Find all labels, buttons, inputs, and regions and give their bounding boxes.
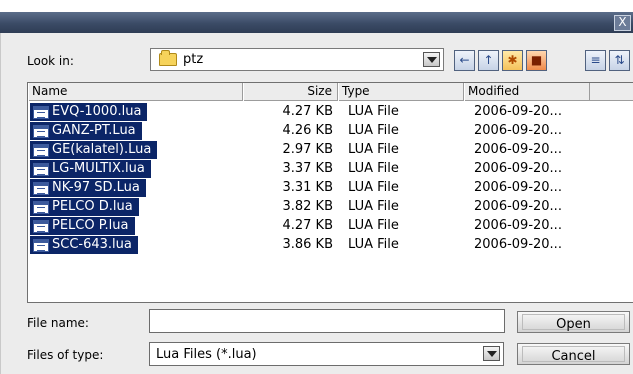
file-size-cell: 4.27 KB bbox=[282, 104, 333, 119]
file-name-label: File name: bbox=[27, 316, 89, 330]
file-modified-cell: 2006-09-20... bbox=[474, 218, 562, 233]
cancel-button-label: Cancel bbox=[522, 346, 625, 364]
top-strip bbox=[0, 0, 633, 12]
delete-icon: ■ bbox=[530, 53, 543, 67]
file-size-cell: 2.97 KB bbox=[282, 142, 333, 157]
file-type-cell: LUA File bbox=[348, 180, 399, 195]
back-button[interactable]: ← bbox=[454, 50, 475, 71]
open-button[interactable]: Open bbox=[517, 311, 630, 333]
file-row[interactable]: NK-97 SD.Lua 3.31 KB LUA File 2006-09-20… bbox=[28, 178, 633, 197]
file-name-cell[interactable]: LG-MULTIX.lua bbox=[30, 160, 151, 178]
file-modified-cell: 2006-09-20... bbox=[474, 161, 562, 176]
files-of-type-value: Lua Files (*.lua) bbox=[156, 347, 257, 362]
file-name-text: GE(kalatel).Lua bbox=[52, 142, 152, 157]
file-size-cell: 4.27 KB bbox=[282, 218, 333, 233]
new-folder-button[interactable]: ✱ bbox=[502, 50, 523, 71]
file-row[interactable]: SCC-643.lua 3.86 KB LUA File 2006-09-20.… bbox=[28, 235, 633, 254]
list-view-icon: ≡ bbox=[590, 53, 601, 67]
lua-file-icon bbox=[33, 201, 49, 214]
lua-file-icon bbox=[33, 220, 49, 233]
file-rows: EVQ-1000.lua 4.27 KB LUA File 2006-09-20… bbox=[28, 102, 633, 254]
lua-file-icon bbox=[33, 125, 49, 138]
lua-file-icon bbox=[33, 239, 49, 252]
file-size-cell: 3.31 KB bbox=[282, 180, 333, 195]
lua-file-icon bbox=[33, 106, 49, 119]
file-row[interactable]: PELCO D.lua 3.82 KB LUA File 2006-09-20.… bbox=[28, 197, 633, 216]
file-size-cell: 3.86 KB bbox=[282, 237, 333, 252]
column-header-type[interactable]: Type bbox=[338, 83, 464, 101]
close-button[interactable]: X bbox=[614, 15, 631, 31]
column-header-name[interactable]: Name bbox=[28, 83, 243, 101]
file-row[interactable]: GANZ-PT.Lua 4.26 KB LUA File 2006-09-20.… bbox=[28, 121, 633, 140]
look-in-value: ptz bbox=[183, 52, 204, 67]
details-view-icon: ⇅ bbox=[614, 53, 625, 67]
file-modified-cell: 2006-09-20... bbox=[474, 237, 562, 252]
file-name-cell[interactable]: GE(kalatel).Lua bbox=[30, 141, 158, 159]
folder-icon bbox=[159, 50, 177, 66]
look-in-combo[interactable]: ptz bbox=[150, 48, 444, 71]
details-view-button[interactable]: ⇅ bbox=[609, 50, 630, 71]
file-name-text: LG-MULTIX.lua bbox=[52, 161, 145, 176]
lua-file-icon bbox=[33, 182, 49, 195]
file-type-cell: LUA File bbox=[348, 142, 399, 157]
file-name-text: PELCO D.lua bbox=[52, 199, 133, 214]
file-modified-cell: 2006-09-20... bbox=[474, 104, 562, 119]
file-row[interactable]: PELCO P.lua 4.27 KB LUA File 2006-09-20.… bbox=[28, 216, 633, 235]
file-row[interactable]: LG-MULTIX.lua 3.37 KB LUA File 2006-09-2… bbox=[28, 159, 633, 178]
list-view-button[interactable]: ≡ bbox=[585, 50, 606, 71]
file-name-cell[interactable]: NK-97 SD.Lua bbox=[30, 179, 146, 197]
new-folder-icon: ✱ bbox=[507, 53, 518, 67]
file-type-cell: LUA File bbox=[348, 199, 399, 214]
file-modified-cell: 2006-09-20... bbox=[474, 123, 562, 138]
file-type-cell: LUA File bbox=[348, 218, 399, 233]
column-header-size[interactable]: Size bbox=[243, 83, 338, 101]
dialog-titlebar[interactable] bbox=[0, 12, 633, 33]
file-modified-cell: 2006-09-20... bbox=[474, 142, 562, 157]
file-name-cell[interactable]: GANZ-PT.Lua bbox=[30, 122, 142, 140]
file-size-cell: 3.37 KB bbox=[282, 161, 333, 176]
file-type-cell: LUA File bbox=[348, 161, 399, 176]
files-of-type-label: Files of type: bbox=[27, 348, 104, 362]
file-name-text: EVQ-1000.lua bbox=[52, 104, 142, 119]
file-name-text: NK-97 SD.Lua bbox=[52, 180, 140, 195]
file-name-text: PELCO P.lua bbox=[52, 218, 129, 233]
up-folder-icon: ↑ bbox=[483, 53, 494, 67]
file-size-cell: 4.26 KB bbox=[282, 123, 333, 138]
file-name-cell[interactable]: SCC-643.lua bbox=[30, 236, 138, 254]
file-size-cell: 3.82 KB bbox=[282, 199, 333, 214]
column-header-modified[interactable]: Modified bbox=[464, 83, 590, 101]
file-row[interactable]: GE(kalatel).Lua 2.97 KB LUA File 2006-09… bbox=[28, 140, 633, 159]
file-name-text: GANZ-PT.Lua bbox=[52, 123, 136, 138]
file-modified-cell: 2006-09-20... bbox=[474, 199, 562, 214]
file-list[interactable]: Name Size Type Modified EVQ-1000.lua 4.2… bbox=[27, 82, 633, 303]
up-folder-button[interactable]: ↑ bbox=[478, 50, 499, 71]
open-button-label: Open bbox=[522, 314, 625, 332]
file-row[interactable]: EVQ-1000.lua 4.27 KB LUA File 2006-09-20… bbox=[28, 102, 633, 121]
lua-file-icon bbox=[33, 144, 49, 157]
file-list-header: Name Size Type Modified bbox=[28, 83, 633, 101]
delete-button[interactable]: ■ bbox=[526, 50, 547, 71]
file-type-cell: LUA File bbox=[348, 104, 399, 119]
file-name-cell[interactable]: EVQ-1000.lua bbox=[30, 103, 148, 121]
files-of-type-combo[interactable]: Lua Files (*.lua) bbox=[149, 342, 504, 366]
file-name-text: SCC-643.lua bbox=[52, 237, 132, 252]
cancel-button[interactable]: Cancel bbox=[517, 343, 630, 365]
chevron-down-icon[interactable] bbox=[423, 52, 440, 67]
lua-file-icon bbox=[33, 163, 49, 176]
back-icon: ← bbox=[459, 53, 470, 67]
file-type-cell: LUA File bbox=[348, 237, 399, 252]
file-type-cell: LUA File bbox=[348, 123, 399, 138]
chevron-down-icon[interactable] bbox=[483, 346, 500, 361]
file-name-cell[interactable]: PELCO P.lua bbox=[30, 217, 135, 235]
file-modified-cell: 2006-09-20... bbox=[474, 180, 562, 195]
look-in-label: Look in: bbox=[27, 54, 74, 68]
file-name-cell[interactable]: PELCO D.lua bbox=[30, 198, 139, 216]
file-name-field[interactable] bbox=[149, 309, 505, 333]
